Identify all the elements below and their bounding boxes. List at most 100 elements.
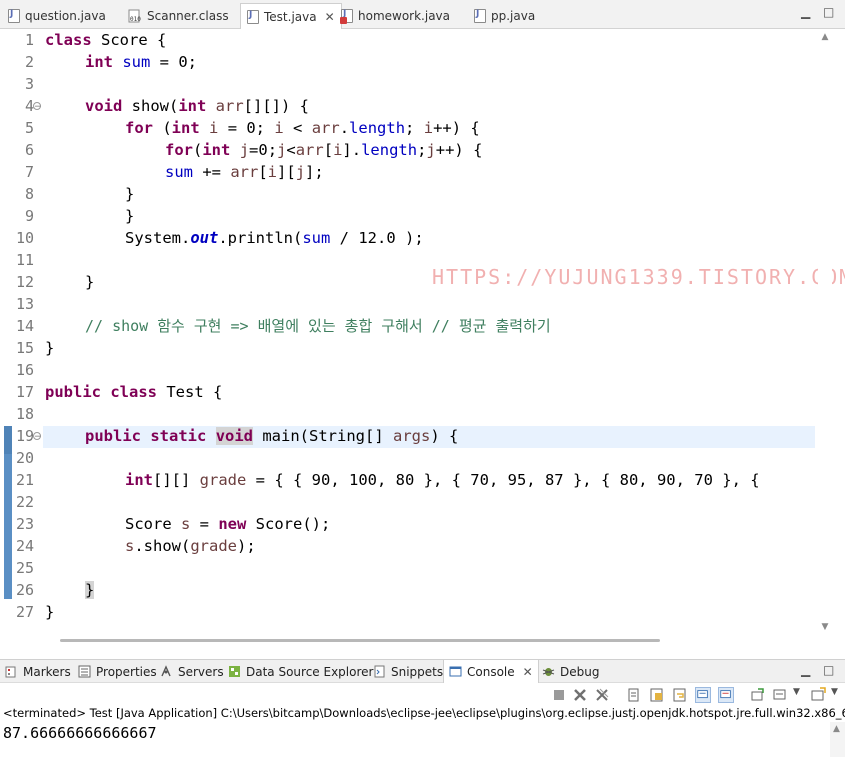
remove-all-terminated-icon[interactable]: [594, 687, 610, 703]
tab-pp-java[interactable]: J pp.java: [474, 4, 535, 28]
code-line-1: class Score {: [45, 29, 166, 51]
line-number: 26: [15, 581, 34, 599]
code-line-21: int[][] grade = { { 90, 100, 80 }, { 70,…: [125, 469, 760, 491]
code-text: .: [339, 119, 350, 137]
remove-launch-icon[interactable]: [572, 687, 588, 703]
code-text: =: [190, 515, 219, 533]
line-number: 3: [24, 75, 34, 93]
close-icon[interactable]: ✕: [523, 665, 533, 679]
static-field: out: [190, 229, 219, 247]
collapse-icon[interactable]: −: [33, 102, 42, 112]
editor-vertical-scrollbar[interactable]: ▲ ▼: [818, 29, 832, 636]
code-text: ++) {: [433, 119, 480, 137]
code-text: <: [286, 141, 296, 159]
code-line-2: int sum = 0;: [85, 51, 197, 73]
scroll-lock-icon[interactable]: [649, 687, 665, 703]
scroll-up-icon[interactable]: ▲: [818, 31, 832, 43]
code-text: ];: [305, 163, 324, 181]
tab-servers[interactable]: Servers: [160, 660, 224, 683]
local-variable: i: [274, 119, 284, 137]
console-icon: [449, 666, 462, 677]
tab-snippets[interactable]: Snippets: [373, 660, 443, 683]
code-line-23: Score s = new Score();: [125, 513, 330, 535]
java-file-icon: J: [247, 9, 259, 24]
change-marker: [4, 454, 12, 599]
code-text: [][]: [153, 471, 200, 489]
line-number: 8: [24, 185, 34, 203]
code-line-9: }: [125, 207, 135, 225]
code-editor[interactable]: 1 2 3 4 5 6 7 8 9 10 11 12 13 14 15 16 1…: [0, 29, 845, 643]
field: sum: [302, 229, 331, 247]
code-text: Test {: [157, 383, 223, 401]
snippets-icon: [374, 665, 385, 678]
line-number: 20: [15, 449, 34, 467]
maximize-icon[interactable]: □: [823, 663, 834, 677]
code-text: = 0;: [218, 119, 275, 137]
chevron-down-icon[interactable]: ▼: [793, 687, 800, 697]
scroll-thumb[interactable]: [60, 639, 660, 642]
tab-label: question.java: [25, 9, 106, 23]
local-variable: grade: [190, 537, 238, 555]
minimize-icon[interactable]: ▁: [801, 663, 810, 677]
tab-properties[interactable]: Properties: [78, 660, 157, 683]
tab-homework-java[interactable]: J homework.java: [340, 4, 451, 28]
local-variable: i: [267, 163, 278, 181]
clear-console-icon[interactable]: [626, 687, 642, 703]
field: length: [349, 119, 406, 137]
keyword: int: [125, 471, 153, 489]
parameter: arr: [311, 119, 340, 137]
display-selected-console-icon[interactable]: [772, 687, 788, 703]
tab-scanner-class[interactable]: 010 Scanner.class: [128, 4, 229, 28]
tab-data-source-explorer[interactable]: Data Source Explorer: [228, 660, 373, 683]
chevron-down-icon[interactable]: ▼: [831, 687, 838, 697]
local-variable: j: [295, 163, 306, 181]
parameter: arr: [215, 97, 244, 115]
word-wrap-icon[interactable]: [672, 687, 688, 703]
console-vertical-scrollbar[interactable]: ▲: [830, 722, 845, 757]
editor-horizontal-scrollbar[interactable]: [46, 637, 666, 643]
debug-icon: [542, 668, 555, 676]
java-file-icon: J: [8, 9, 20, 23]
code-text: Score {: [91, 31, 167, 49]
scroll-up-icon[interactable]: ▲: [833, 724, 840, 734]
keyword: public: [45, 383, 101, 401]
line-number: 5: [24, 119, 34, 137]
tab-question-java[interactable]: J question.java: [8, 4, 106, 28]
minimize-icon[interactable]: ▁: [801, 5, 810, 19]
code-comment: // show 함수 구현 => 배열에 있는 총합 구해서 // 평균 출력하…: [85, 317, 551, 335]
markers-icon: [5, 666, 16, 678]
console-output[interactable]: 87.66666666666667: [3, 723, 157, 743]
local-variable: j: [277, 141, 287, 159]
show-console-on-output-icon[interactable]: [695, 687, 711, 703]
tab-label: homework.java: [358, 9, 451, 23]
code-text: = 0;: [150, 53, 198, 71]
matching-bracket: }: [85, 581, 95, 599]
local-variable: s: [125, 537, 135, 555]
line-number: 12: [15, 273, 34, 291]
tab-debug[interactable]: Debug: [542, 660, 599, 683]
collapse-icon[interactable]: −: [33, 432, 42, 442]
terminate-icon[interactable]: [551, 687, 567, 703]
view-tab-bar: Markers Properties Servers Data Source E…: [0, 659, 845, 683]
scroll-down-icon[interactable]: ▼: [818, 621, 832, 633]
keyword: class: [110, 383, 158, 401]
open-console-icon[interactable]: [810, 687, 826, 703]
tab-label: Properties: [96, 664, 157, 679]
keyword: void: [85, 97, 123, 115]
code-text: System.: [125, 229, 191, 247]
code-line-27: }: [45, 603, 55, 621]
keyword: int: [171, 119, 200, 137]
pin-console-icon[interactable]: [749, 687, 765, 703]
maximize-icon[interactable]: □: [823, 5, 834, 19]
keyword: void: [215, 427, 254, 445]
show-console-on-error-icon[interactable]: [718, 687, 734, 703]
tab-label: Debug: [560, 664, 600, 679]
tab-test-java[interactable]: J Test.java ✕: [240, 3, 342, 29]
tab-console[interactable]: Console ✕: [443, 660, 539, 683]
console-toolbar: ▼ ▼: [0, 684, 845, 706]
close-icon[interactable]: ✕: [325, 10, 335, 24]
java-file-icon: J: [474, 9, 486, 23]
tab-markers[interactable]: Markers: [5, 660, 71, 683]
code-text: ].: [342, 141, 362, 159]
